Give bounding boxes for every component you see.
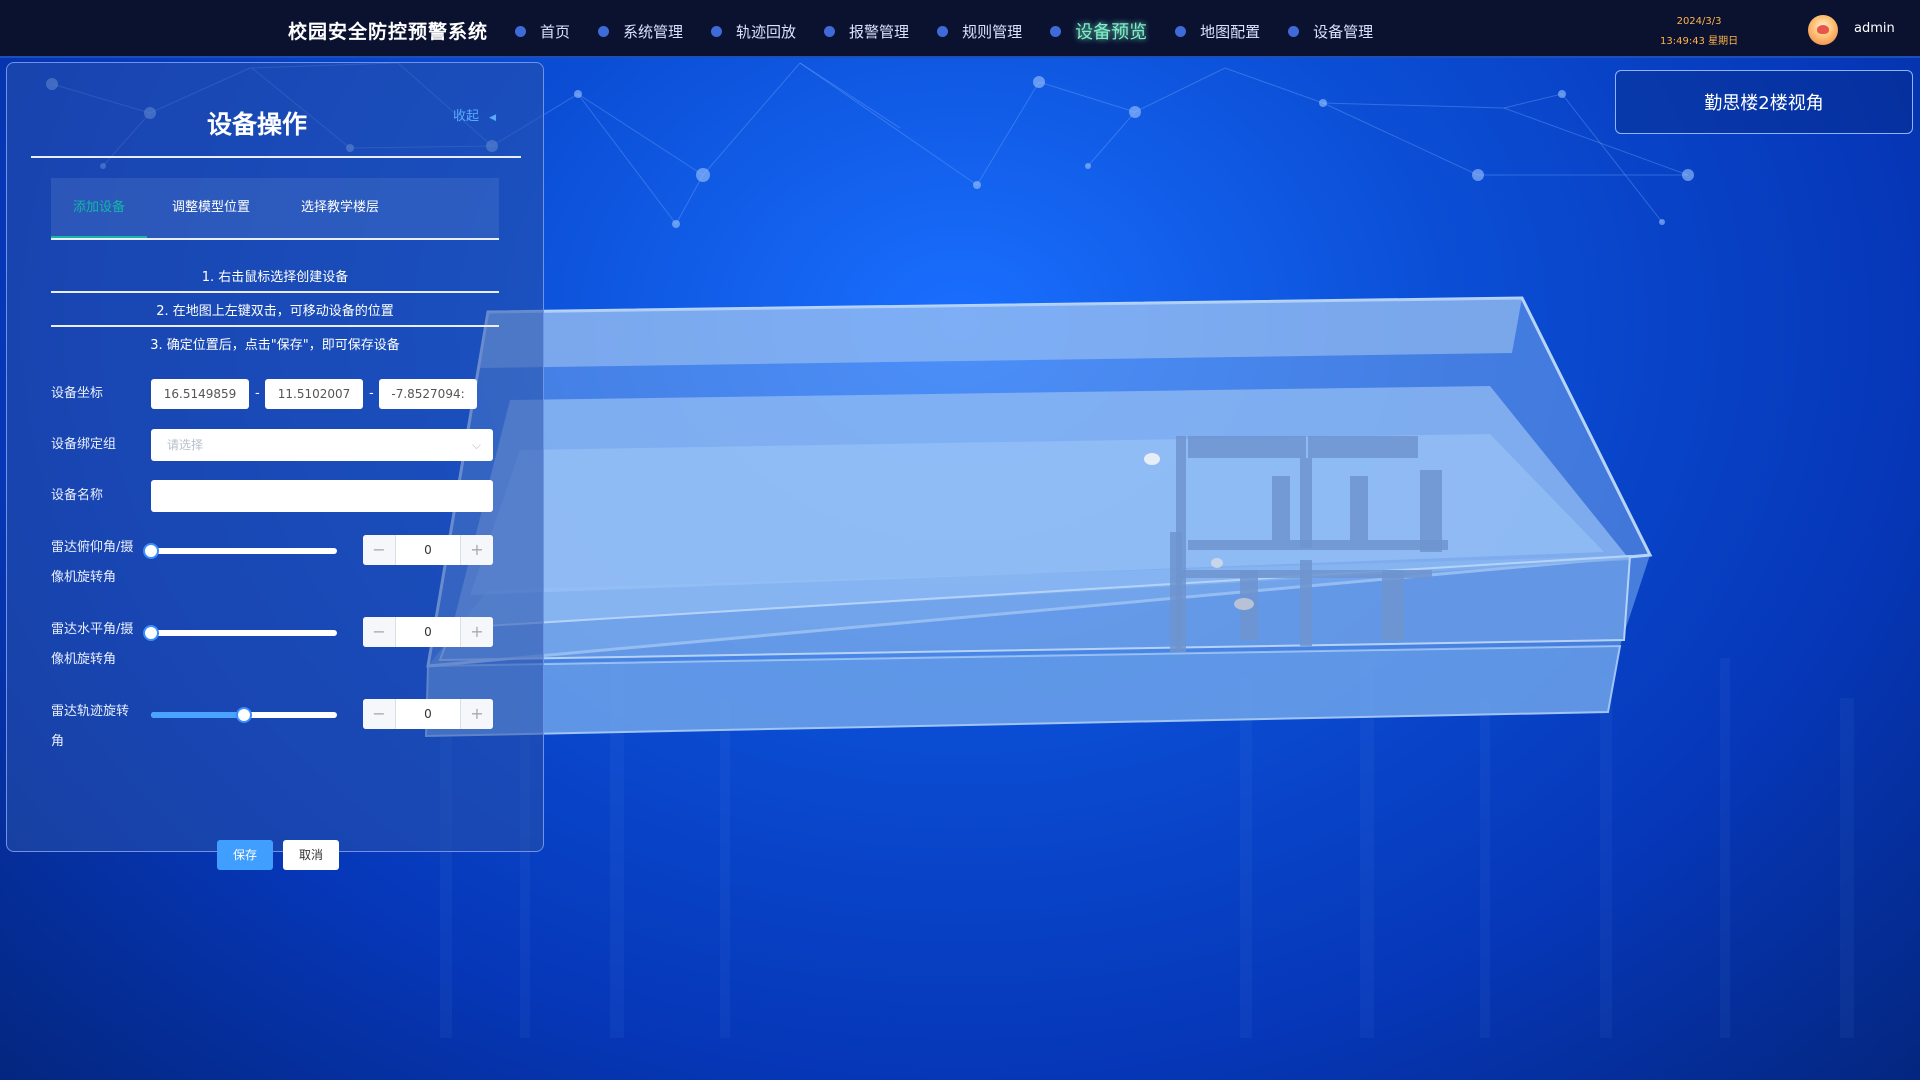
horizontal-value[interactable]: 0 (396, 617, 460, 647)
tab-add-device[interactable]: 添加设备 (51, 178, 147, 238)
coord-z-input[interactable]: -7.8527094: (379, 379, 477, 409)
date-text: 2024/3/3 (1676, 16, 1722, 27)
instruction-step-3: 3. 确定位置后，点击"保存"，即可保存设备 (150, 338, 400, 353)
group-select[interactable]: 请选择 ⌵ (151, 429, 493, 461)
caret-left-icon: ◀ (489, 113, 497, 123)
coord-separator: - (255, 386, 260, 401)
pitch-label-line-1: 雷达俯仰角/摄 (51, 540, 134, 555)
nav-item[interactable]: 轨迹回放 (711, 18, 796, 44)
nav-item[interactable]: 规则管理 (937, 18, 1022, 44)
device-name-label: 设备名称 (51, 488, 104, 503)
main-nav: 首页 系统管理 轨迹回放 报警管理 规则管理 设备预览 地图配置 设备管理 (515, 18, 1401, 44)
collapse-label: 收起 (453, 109, 480, 124)
horizontal-label: 雷达水平角/摄 像机旋转角 (51, 615, 133, 675)
nav-item-label: 首页 (540, 22, 571, 41)
coord-x-input[interactable]: 16.5149859 (151, 379, 249, 409)
nav-item-label: 系统管理 (623, 22, 684, 41)
track-rotation-slider[interactable] (151, 707, 337, 723)
track-label-line-1: 雷达轨迹旋转 (51, 704, 130, 719)
plus-icon[interactable]: + (460, 699, 493, 729)
chevron-down-icon: ⌵ (471, 438, 481, 452)
nav-item[interactable]: 首页 (515, 18, 570, 44)
device-operation-panel: 设备操作 收起 ◀ 添加设备 调整模型位置 选择教学楼层 1. 右击鼠标选择创建… (6, 62, 544, 870)
step-divider (51, 291, 499, 293)
nav-dot-icon (824, 25, 836, 37)
slider-handle[interactable] (236, 707, 252, 723)
datetime-display: 2024/3/3 13:49:43 星期日 (1660, 12, 1738, 52)
tab-adjust-model-position[interactable]: 调整模型位置 (147, 178, 275, 238)
step-divider (51, 325, 499, 327)
horizontal-stepper[interactable]: − 0 + (363, 617, 493, 647)
app-title: 校园安全防控预警系统 (288, 21, 489, 43)
nav-item-label: 设备预览 (1075, 22, 1148, 43)
pitch-label: 雷达俯仰角/摄 像机旋转角 (51, 533, 133, 593)
minus-icon[interactable]: − (363, 617, 396, 647)
coord-label: 设备坐标 (51, 386, 104, 401)
save-button[interactable]: 保存 (217, 840, 273, 870)
group-label: 设备绑定组 (51, 437, 117, 452)
group-select-placeholder: 请选择 (167, 438, 204, 452)
tab-select-floor[interactable]: 选择教学楼层 (275, 178, 405, 238)
coord-y-input[interactable]: 11.5102007 (265, 379, 363, 409)
nav-dot-icon (937, 25, 949, 37)
device-name-input[interactable] (151, 480, 493, 512)
device-marker[interactable] (1144, 453, 1160, 465)
panel-tabs: 添加设备 调整模型位置 选择教学楼层 (51, 178, 499, 238)
slider-fill (151, 712, 244, 718)
nav-item[interactable]: 系统管理 (598, 18, 683, 44)
slider-handle[interactable] (143, 543, 159, 559)
time-weekday-text: 13:49:43 星期日 (1660, 36, 1739, 47)
nav-item-label: 轨迹回放 (736, 22, 797, 41)
nav-dot-icon (1050, 25, 1062, 37)
nav-item-label: 报警管理 (849, 22, 910, 41)
track-rotation-stepper[interactable]: − 0 + (363, 699, 493, 729)
nav-dot-icon (711, 25, 723, 37)
nav-item[interactable]: 地图配置 (1175, 18, 1260, 44)
panel-title: 设备操作 (206, 110, 307, 139)
minus-icon[interactable]: − (363, 699, 396, 729)
nav-item[interactable]: 设备管理 (1288, 18, 1373, 44)
slider-handle[interactable] (143, 625, 159, 641)
nav-dot-icon (598, 25, 610, 37)
instruction-step-2: 2. 在地图上左键双击，可移动设备的位置 (156, 304, 394, 319)
nav-dot-icon (515, 25, 526, 37)
track-rotation-label: 雷达轨迹旋转 角 (51, 697, 129, 757)
pitch-stepper[interactable]: − 0 + (363, 535, 493, 565)
cancel-button[interactable]: 取消 (283, 840, 339, 870)
coord-separator: - (369, 386, 374, 401)
nav-dot-icon (1288, 25, 1300, 37)
nav-item-label: 规则管理 (962, 22, 1023, 41)
nav-dot-icon (1175, 25, 1187, 37)
collapse-button[interactable]: 收起 ◀ (453, 105, 496, 124)
nav-item-label: 地图配置 (1200, 22, 1261, 41)
instruction-step-1: 1. 右击鼠标选择创建设备 (201, 270, 349, 285)
horizontal-slider[interactable] (143, 625, 337, 641)
nav-item[interactable]: 设备预览 (1050, 18, 1147, 44)
view-angle-badge[interactable]: 勤思楼2楼视角 (1615, 70, 1913, 134)
device-marker[interactable] (1234, 598, 1254, 610)
horizontal-label-line-2: 像机旋转角 (51, 652, 117, 667)
tabs-divider (51, 238, 499, 240)
nav-item-label: 设备管理 (1313, 22, 1374, 41)
pitch-slider[interactable] (143, 543, 337, 559)
title-divider (31, 156, 521, 158)
horizontal-label-line-1: 雷达水平角/摄 (51, 622, 134, 637)
track-label-line-2: 角 (51, 734, 65, 749)
plus-icon[interactable]: + (460, 535, 493, 565)
username[interactable]: admin (1854, 21, 1895, 36)
pitch-value[interactable]: 0 (396, 535, 460, 565)
track-value[interactable]: 0 (396, 699, 460, 729)
plus-icon[interactable]: + (460, 617, 493, 647)
pitch-label-line-2: 像机旋转角 (51, 570, 117, 585)
minus-icon[interactable]: − (363, 535, 396, 565)
user-avatar[interactable] (1808, 15, 1838, 45)
view-angle-label: 勤思楼2楼视角 (1704, 93, 1824, 114)
top-navigation-bar: 校园安全防控预警系统 首页 系统管理 轨迹回放 报警管理 规则管理 设备预览 地图配置 设备管… (0, 0, 1920, 58)
nav-item[interactable]: 报警管理 (824, 18, 909, 44)
device-marker[interactable] (1211, 558, 1223, 568)
